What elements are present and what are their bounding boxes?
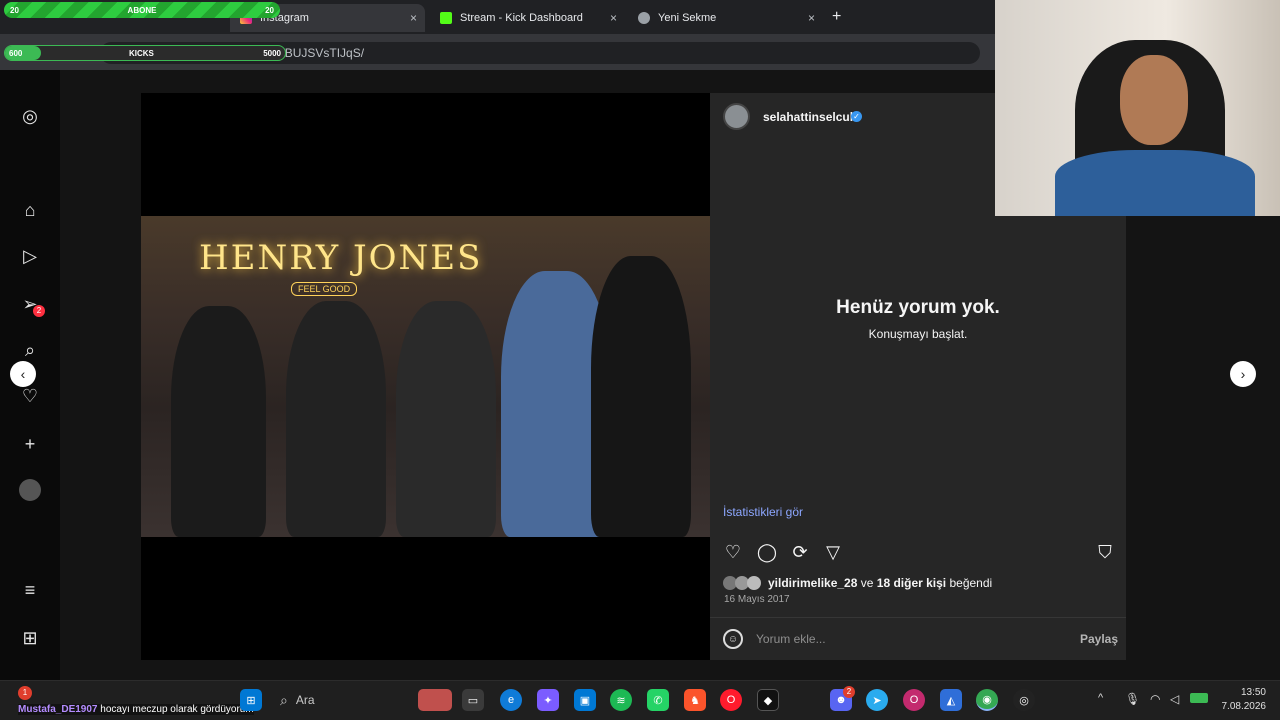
menu-icon[interactable]: ≡	[18, 578, 42, 602]
apps-icon[interactable]: ⊞	[18, 626, 42, 650]
emoji-icon[interactable]: ☺	[723, 629, 743, 649]
new-tab-button[interactable]: +	[832, 8, 841, 26]
no-comments-subtitle: Konuşmayı başlat.	[868, 327, 968, 341]
streamer-head	[1120, 55, 1188, 145]
photo-sign: HENRY JONES	[199, 238, 483, 278]
view-insights-link[interactable]: İstatistikleri gör	[723, 505, 803, 519]
chat-message: Mustafa_DE1907 hocayı meczup olarak görd…	[18, 704, 254, 715]
opera-gx-icon[interactable]: O	[903, 689, 925, 711]
kicks-current: 600	[9, 48, 23, 58]
edge-icon[interactable]: e	[500, 689, 522, 711]
home-icon[interactable]: ⌂	[18, 198, 42, 222]
wifi-icon[interactable]: ◠	[1150, 692, 1160, 706]
kick-favicon	[440, 12, 452, 24]
search-icon: ⌕	[280, 691, 288, 708]
widgets-icon[interactable]	[418, 689, 452, 711]
kicks-fill: 600	[5, 46, 41, 60]
person	[591, 256, 691, 537]
chat-username: Mustafa_DE1907	[18, 704, 98, 715]
liker-avatars	[723, 576, 767, 590]
photo-sign-sub: FEEL GOOD	[291, 282, 358, 296]
clock-date[interactable]: 7.08.2026	[1220, 701, 1267, 712]
tab-new[interactable]: Yeni Sekme ×	[628, 4, 823, 32]
streamer-shirt	[1055, 150, 1255, 216]
post-date: 16 Mayıs 2017	[724, 594, 790, 605]
whatsapp-icon[interactable]: ✆	[647, 689, 669, 711]
close-tab-icon[interactable]: ×	[410, 11, 417, 25]
no-comments-title: Henüz yorum yok.	[836, 297, 1000, 318]
tab-label: Stream - Kick Dashboard	[460, 12, 583, 24]
taskbar-search-label: Ara	[295, 693, 315, 707]
create-icon[interactable]: +	[18, 432, 42, 456]
next-post-arrow-icon[interactable]: ›	[1230, 361, 1256, 387]
author-username[interactable]: selahattinselcuk	[763, 110, 856, 124]
vscode-icon[interactable]: ◭	[940, 689, 962, 711]
share-icon[interactable]: ▽	[822, 541, 844, 563]
post-photo[interactable]: HENRY JONES FEEL GOOD	[141, 216, 710, 537]
overlay-left: 20	[10, 5, 19, 15]
volume-icon[interactable]: ◁	[1170, 692, 1179, 706]
battery-icon[interactable]	[1190, 693, 1208, 703]
person	[171, 306, 266, 537]
windows-start-icon[interactable]: ⊞	[240, 689, 262, 711]
telegram-icon[interactable]: ➤	[866, 689, 888, 711]
notification-badge: 2	[33, 305, 45, 317]
subscriber-goal-overlay: 20 ABONE 20	[4, 2, 280, 18]
chat-badge: 1	[18, 686, 32, 700]
chrome-icon[interactable]: ◉	[976, 689, 998, 711]
tray-chevron-icon[interactable]: ^	[1098, 692, 1103, 704]
kicks-label: KICKS	[129, 48, 154, 58]
spotify-icon[interactable]: ≋	[610, 689, 632, 711]
liker-username[interactable]: yildirimelike_28	[768, 576, 857, 590]
likes-summary[interactable]: yildirimelike_28 ve 18 diğer kişi beğend…	[768, 576, 992, 590]
likes-others[interactable]: 18 diğer kişi	[877, 576, 946, 590]
overlay-center: ABONE	[127, 5, 157, 15]
comment-input[interactable]: Yorum ekle...	[756, 632, 826, 646]
comment-icon[interactable]: ◯	[756, 541, 778, 563]
chat-text: hocayı meczup olarak gördüyorum	[100, 704, 254, 715]
discord-badge: 2	[843, 686, 855, 698]
previous-post-arrow-icon[interactable]: ‹	[10, 361, 36, 387]
obs-icon[interactable]: ◎	[1013, 689, 1035, 711]
person	[396, 301, 496, 537]
instagram-logo-icon[interactable]: ◎	[18, 104, 42, 128]
person	[286, 301, 386, 537]
close-tab-icon[interactable]: ×	[808, 11, 815, 25]
overlay-right: 20	[265, 5, 274, 15]
reels-icon[interactable]: ▷	[18, 244, 42, 268]
kicks-goal: 5000	[263, 48, 281, 58]
kicks-goal-overlay: 600 KICKS 5000	[4, 45, 286, 61]
close-tab-icon[interactable]: ×	[610, 11, 617, 25]
heart-icon[interactable]: ♡	[18, 384, 42, 408]
tab-label: Yeni Sekme	[658, 12, 717, 24]
store-icon[interactable]: ▣	[574, 689, 596, 711]
game-icon[interactable]: ◆	[757, 689, 779, 711]
task-view-icon[interactable]: ▭	[462, 689, 484, 711]
brave-icon[interactable]: ♞	[684, 689, 706, 711]
author-avatar[interactable]	[723, 103, 750, 130]
save-bookmark-icon[interactable]: ⛉	[1094, 541, 1116, 563]
clock-time[interactable]: 13:50	[1238, 687, 1266, 698]
search-icon[interactable]: ⌕	[18, 338, 42, 362]
like-icon[interactable]: ♡	[722, 541, 744, 563]
repost-icon[interactable]: ⟳	[789, 541, 811, 563]
likes-joiner: ve	[860, 576, 874, 590]
copilot-icon[interactable]: ✦	[537, 689, 559, 711]
tab-kick-dashboard[interactable]: Stream - Kick Dashboard ×	[430, 4, 625, 32]
opera-icon[interactable]: O	[720, 689, 742, 711]
microphone-icon[interactable]: 🎙	[1125, 692, 1140, 706]
post-comment-button[interactable]: Paylaş	[1080, 632, 1118, 646]
webcam-feed	[995, 0, 1280, 216]
chrome-favicon	[638, 12, 650, 24]
profile-avatar[interactable]	[19, 479, 41, 501]
likes-suffix: beğendi	[949, 576, 993, 590]
divider	[710, 617, 1126, 618]
verified-badge-icon: ✓	[851, 111, 862, 122]
